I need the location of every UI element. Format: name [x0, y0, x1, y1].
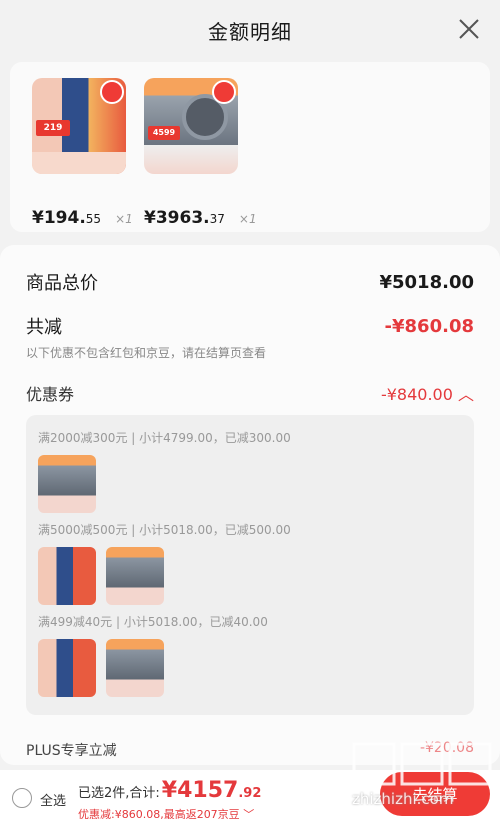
close-icon[interactable]	[458, 18, 480, 40]
selected-count: 已选2件,合计:	[78, 786, 160, 801]
watermark-text: zhizhizhi.com	[352, 790, 454, 808]
total-price-value: ¥5018.00	[379, 271, 474, 293]
coupon-product-image	[106, 639, 164, 697]
discount-label: 共减	[26, 317, 62, 338]
discount-summary[interactable]: 优惠减:¥860.08,最高返207京豆 ﹀	[78, 806, 254, 819]
product-price-tag: 4599	[148, 126, 180, 140]
coupon-product-image	[38, 639, 96, 697]
chevron-down-icon: ﹀	[243, 808, 255, 819]
selected-products: 219 ¥194.55 ×1 4599 ¥3963.37 ×1	[10, 62, 490, 232]
product-price: ¥194.55	[32, 208, 102, 228]
coupon-value: -¥840.00 ︿	[380, 385, 474, 404]
product-image: 219	[32, 78, 126, 174]
coupon-details: 满2000减300元 | 小计4799.00，已减300.00 满5000减50…	[26, 415, 474, 715]
total-amount: ¥4157	[161, 778, 239, 803]
product-item[interactable]: 4599 ¥3963.37 ×1	[144, 78, 257, 228]
product-image: 4599	[144, 78, 238, 174]
discount-value: -¥860.08	[384, 315, 474, 337]
watermark: zhizhizhi.com	[352, 740, 492, 810]
coupon-group-title: 满499减40元 | 小计5018.00，已减40.00	[38, 615, 268, 629]
amount-detail: 商品总价 ¥5018.00 共减 -¥860.08 以下优惠不包含红包和京豆，请…	[0, 245, 500, 765]
coupon-product-image	[106, 547, 164, 605]
total-price-label: 商品总价	[26, 273, 98, 294]
plus-discount-label: PLUS专享立减	[26, 743, 117, 759]
page-title: 金额明细	[208, 19, 292, 44]
header: 金额明细	[0, 0, 500, 60]
total-price-row: 商品总价 ¥5018.00	[26, 269, 474, 295]
coupon-label: 优惠券	[26, 385, 75, 404]
product-quantity: ×1	[238, 212, 257, 226]
product-item[interactable]: 219 ¥194.55 ×1	[32, 78, 133, 228]
discount-row: 共减 -¥860.08	[26, 313, 474, 339]
coupon-product-image	[38, 455, 96, 513]
coupon-row[interactable]: 优惠券 -¥840.00 ︿	[26, 381, 474, 405]
coupon-group-title: 满5000减500元 | 小计5018.00，已减500.00	[38, 523, 291, 537]
chevron-up-icon: ︿	[457, 385, 474, 404]
coupon-group-title: 满2000减300元 | 小计4799.00，已减300.00	[38, 431, 291, 445]
selected-check-icon	[212, 80, 236, 104]
select-all-radio[interactable]	[12, 788, 32, 808]
discount-note: 以下优惠不包含红包和京豆，请在结算页查看	[26, 346, 267, 360]
coupon-product-image	[38, 547, 96, 605]
selected-check-icon	[100, 80, 124, 104]
product-price-tag: 219	[36, 120, 70, 136]
total-decimal: .92	[238, 786, 262, 801]
watermark-logo-icon	[352, 742, 492, 786]
select-all-label[interactable]: 全选	[40, 790, 66, 809]
product-quantity: ×1	[115, 212, 133, 226]
product-price: ¥3963.37	[144, 208, 225, 228]
selected-total: 已选2件,合计: ¥4157 .92	[78, 778, 261, 803]
